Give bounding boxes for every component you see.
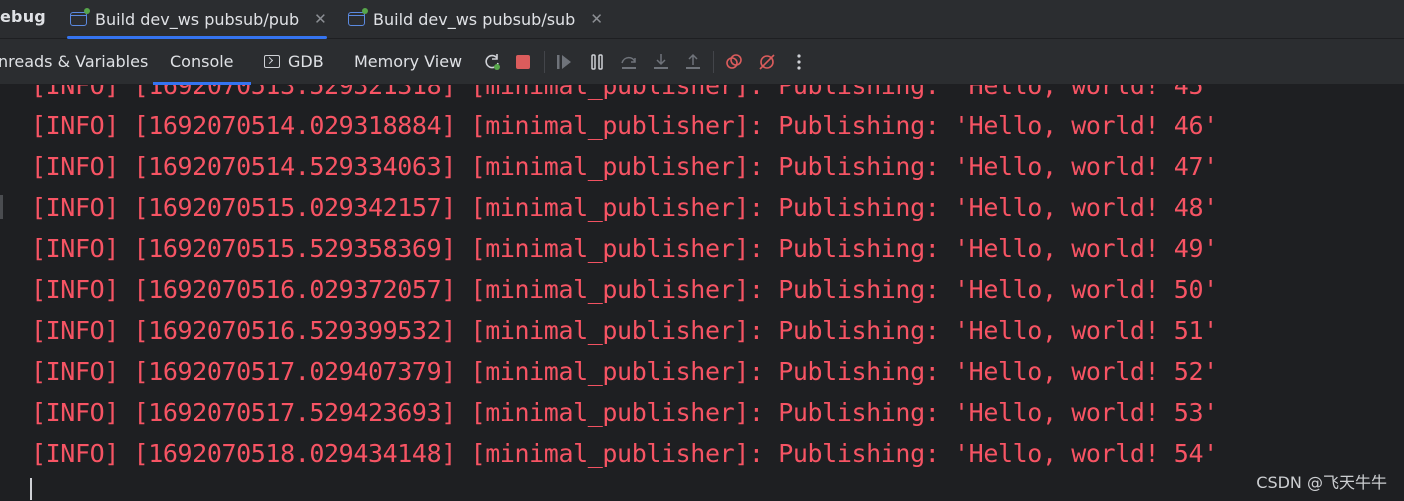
- terminal-icon: [264, 55, 280, 68]
- console-line: [INFO] [1692070515.029342157] [minimal_p…: [31, 193, 1218, 222]
- more-options-icon[interactable]: [788, 51, 810, 73]
- tab-memory-view[interactable]: Memory View: [354, 39, 462, 84]
- step-out-icon[interactable]: [682, 51, 704, 73]
- stop-icon[interactable]: [512, 51, 534, 73]
- console-line: [INFO] [1692070517.529423693] [minimal_p…: [31, 398, 1218, 427]
- step-over-icon[interactable]: [618, 51, 640, 73]
- console-line: [INFO] [1692070514.029318884] [minimal_p…: [31, 111, 1218, 140]
- close-icon[interactable]: ✕: [314, 10, 327, 28]
- run-tab-pub-label: Build dev_ws pubsub/pub: [95, 9, 300, 29]
- run-tab-sub[interactable]: Build dev_ws pubsub/sub ✕: [348, 0, 603, 38]
- step-into-icon[interactable]: [650, 51, 672, 73]
- watermark: CSDN @飞天牛牛: [1256, 473, 1387, 492]
- console-line: [INFO] [1692070516.529399532] [minimal_p…: [31, 316, 1218, 345]
- console-line: [INFO] [1692070515.529358369] [minimal_p…: [31, 234, 1218, 263]
- console-output[interactable]: [INFO] [1692070513.529321318] [minimal_p…: [0, 85, 1404, 501]
- console-line: [INFO] [1692070514.529334063] [minimal_p…: [31, 152, 1218, 181]
- run-tab-sub-label: Build dev_ws pubsub/sub: [373, 9, 576, 29]
- resume-icon[interactable]: [553, 51, 575, 73]
- console-line: [INFO] [1692070513.529321318] [minimal_p…: [31, 85, 1218, 100]
- run-config-icon: [70, 8, 90, 26]
- run-config-icon: [348, 8, 368, 26]
- pause-icon[interactable]: [586, 51, 608, 73]
- rerun-icon[interactable]: [481, 51, 503, 73]
- console-line: [INFO] [1692070518.029434148] [minimal_p…: [31, 439, 1218, 468]
- close-icon[interactable]: ✕: [590, 10, 603, 28]
- tab-gdb[interactable]: GDB: [264, 39, 324, 84]
- view-breakpoints-icon[interactable]: [723, 51, 745, 73]
- text-caret: [30, 478, 32, 500]
- run-tab-pub[interactable]: Build dev_ws pubsub/pub ✕: [67, 0, 327, 39]
- mute-breakpoints-icon[interactable]: [756, 51, 778, 73]
- console-line: [INFO] [1692070516.029372057] [minimal_p…: [31, 275, 1218, 304]
- debug-toolbar: nreads & Variables Console GDB Memory Vi…: [0, 39, 1404, 85]
- tool-window-title: ebug: [0, 7, 46, 26]
- scroll-marker: [0, 195, 3, 219]
- console-line: [INFO] [1692070517.029407379] [minimal_p…: [31, 357, 1218, 386]
- tab-threads-variables[interactable]: nreads & Variables: [0, 39, 148, 84]
- tab-console[interactable]: Console: [153, 39, 250, 85]
- run-config-tab-bar: ebug Build dev_ws pubsub/pub ✕ Build dev…: [0, 0, 1404, 39]
